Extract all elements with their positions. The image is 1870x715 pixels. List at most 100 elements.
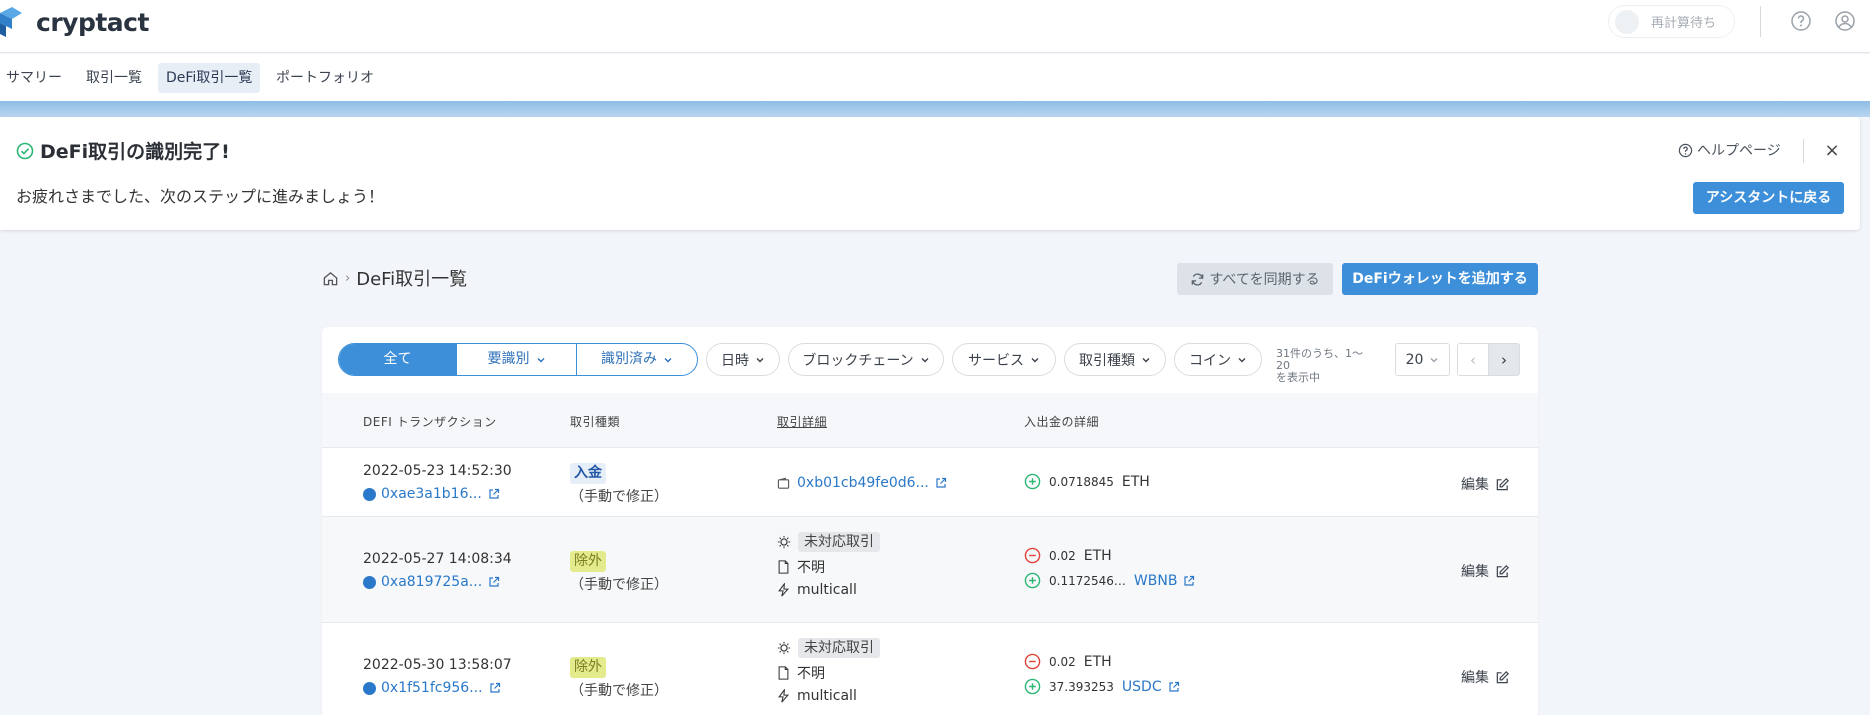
document-icon: [778, 560, 789, 574]
unsupported-tag-label: 未対応取引: [798, 638, 880, 658]
plus-circle-icon: [1024, 572, 1041, 589]
sync-all-button[interactable]: すべてを同期する: [1177, 263, 1333, 295]
filter-transaction-type[interactable]: 取引種類: [1064, 343, 1166, 376]
question-circle-icon: [1678, 143, 1693, 157]
filter-service[interactable]: サービス: [952, 343, 1056, 376]
flow-currency-link[interactable]: USDC: [1122, 679, 1162, 695]
header-flow-detail: 入出金の詳細: [1024, 415, 1100, 429]
filter-coin[interactable]: コイン: [1174, 343, 1262, 376]
external-link-icon[interactable]: [1168, 681, 1180, 693]
nav-defi-transactions[interactable]: DeFi取引一覧: [158, 63, 261, 93]
tx-hash-link[interactable]: 0xae3a1b16...: [363, 486, 500, 502]
recalc-spinner-icon: [1615, 9, 1639, 34]
flow-amount: 0.02: [1049, 654, 1076, 669]
detail-method: multicall: [777, 688, 857, 704]
flow-currency-link[interactable]: WBNB: [1134, 573, 1178, 589]
lightning-icon: [778, 583, 790, 597]
banner-title-text: DeFi取引の識別完了!: [40, 141, 230, 163]
detail-unsupported-tag: 未対応取引: [777, 532, 880, 552]
flow-out: 0.02 ETH: [1024, 653, 1112, 670]
edit-button[interactable]: 編集: [1461, 561, 1510, 581]
type-badge-deposit: 入金: [570, 463, 606, 484]
chevron-down-icon: [537, 357, 544, 362]
detail-contract: 不明: [777, 663, 825, 683]
tx-date: 2022-05-30 13:58:07: [363, 657, 512, 673]
flow-amount: 0.1172546…: [1049, 573, 1126, 588]
per-page-select[interactable]: 20: [1395, 343, 1450, 376]
ethereum-icon: [363, 487, 376, 501]
chevron-down-icon: [1430, 357, 1438, 362]
user-circle-icon[interactable]: [1834, 10, 1856, 32]
lightbulb-icon: [777, 641, 791, 655]
back-to-assistant-button[interactable]: アシスタントに戻る: [1693, 182, 1844, 214]
detail-method-text: multicall: [797, 688, 857, 704]
detail-contract-text: 不明: [797, 560, 825, 576]
breadcrumb: › DeFi取引一覧: [322, 265, 467, 291]
external-link-icon[interactable]: [1183, 575, 1195, 587]
next-page-button[interactable]: ›: [1488, 343, 1520, 376]
recalc-status[interactable]: 再計算待ち: [1608, 5, 1735, 38]
segment-identified[interactable]: 識別済み: [577, 344, 697, 375]
filter-blockchain-label: ブロックチェーン: [802, 352, 914, 369]
result-count-line1: 31件のうち、1〜20: [1276, 347, 1363, 372]
segment-needs-identification[interactable]: 要識別: [457, 344, 577, 375]
help-page-link[interactable]: ヘルプページ: [1678, 140, 1781, 160]
filter-date[interactable]: 日時: [706, 343, 780, 376]
tx-date: 2022-05-23 14:52:30: [363, 463, 512, 479]
flow-in: 0.0718845 ETH: [1024, 473, 1150, 490]
nav-transactions[interactable]: 取引一覧: [78, 63, 150, 93]
table-header: DEFI トランザクション 取引種類 取引詳細 入出金の詳細: [322, 393, 1538, 447]
detail-method: multicall: [777, 582, 857, 598]
document-icon: [778, 666, 789, 680]
prev-page-button[interactable]: ‹: [1457, 343, 1489, 376]
detail-wallet-link[interactable]: 0xb01cb49fe0d6...: [777, 475, 954, 491]
flow-amount: 0.0718845: [1049, 474, 1114, 489]
unsupported-tag-label: 未対応取引: [798, 532, 880, 552]
edit-icon: [1496, 670, 1509, 683]
main-nav: サマリー 取引一覧 DeFi取引一覧 ポートフォリオ: [0, 54, 1870, 102]
detail-method-text: multicall: [797, 582, 857, 598]
external-link-icon: [489, 576, 500, 587]
manual-fix-note: （手動で修正）: [570, 489, 668, 505]
question-circle-icon[interactable]: [1790, 10, 1812, 32]
lightbulb-icon: [777, 535, 791, 549]
logo[interactable]: cryptact: [0, 4, 149, 40]
tx-hash-text: 0xa819725a...: [381, 574, 483, 590]
manual-fix-note: （手動で修正）: [570, 683, 668, 699]
close-icon[interactable]: ×: [1820, 139, 1844, 163]
plus-circle-icon: [1024, 473, 1041, 490]
tx-hash-text: 0xae3a1b16...: [381, 486, 482, 502]
chevron-down-icon: [664, 357, 672, 362]
nav-summary[interactable]: サマリー: [0, 63, 70, 93]
result-count-line2: を表示中: [1276, 371, 1320, 384]
banner-divider: [1803, 139, 1804, 163]
nav-portfolio[interactable]: ポートフォリオ: [268, 63, 382, 93]
status-segment: 全て 要識別 識別済み: [338, 343, 698, 376]
tx-hash-link[interactable]: 0xa819725a...: [363, 574, 500, 590]
flow-out: 0.02 ETH: [1024, 547, 1112, 564]
wallet-icon: [777, 477, 790, 489]
external-link-icon: [489, 682, 500, 693]
filter-service-label: サービス: [968, 352, 1024, 369]
flow-in: 0.1172546… WBNB: [1024, 572, 1195, 589]
filter-blockchain[interactable]: ブロックチェーン: [788, 343, 944, 376]
banner-message: お疲れさまでした、次のステップに進みましょう！: [16, 187, 385, 206]
edit-button[interactable]: 編集: [1461, 474, 1510, 494]
edit-label: 編集: [1461, 564, 1489, 580]
segment-all[interactable]: 全て: [339, 344, 457, 375]
header-transaction-detail[interactable]: 取引詳細: [777, 413, 827, 430]
chevron-down-icon: [1238, 357, 1246, 362]
edit-button[interactable]: 編集: [1461, 667, 1510, 687]
add-defi-wallet-button[interactable]: DeFiウォレットを追加する: [1342, 263, 1538, 295]
type-badge-excluded: 除外: [570, 657, 606, 678]
table-row: 2022-05-27 14:08:34 0xa819725a... 除外 （手動…: [322, 516, 1538, 622]
recalc-label: 再計算待ち: [1651, 16, 1717, 31]
flow-currency: ETH: [1083, 653, 1112, 670]
edit-icon: [1496, 477, 1509, 490]
tx-hash-link[interactable]: 0x1f51fc956...: [363, 680, 501, 696]
minus-circle-icon: [1024, 547, 1041, 564]
home-icon[interactable]: [322, 270, 339, 287]
edit-label: 編集: [1461, 477, 1489, 493]
detail-unsupported-tag: 未対応取引: [777, 638, 880, 658]
header-divider: [1760, 6, 1761, 37]
